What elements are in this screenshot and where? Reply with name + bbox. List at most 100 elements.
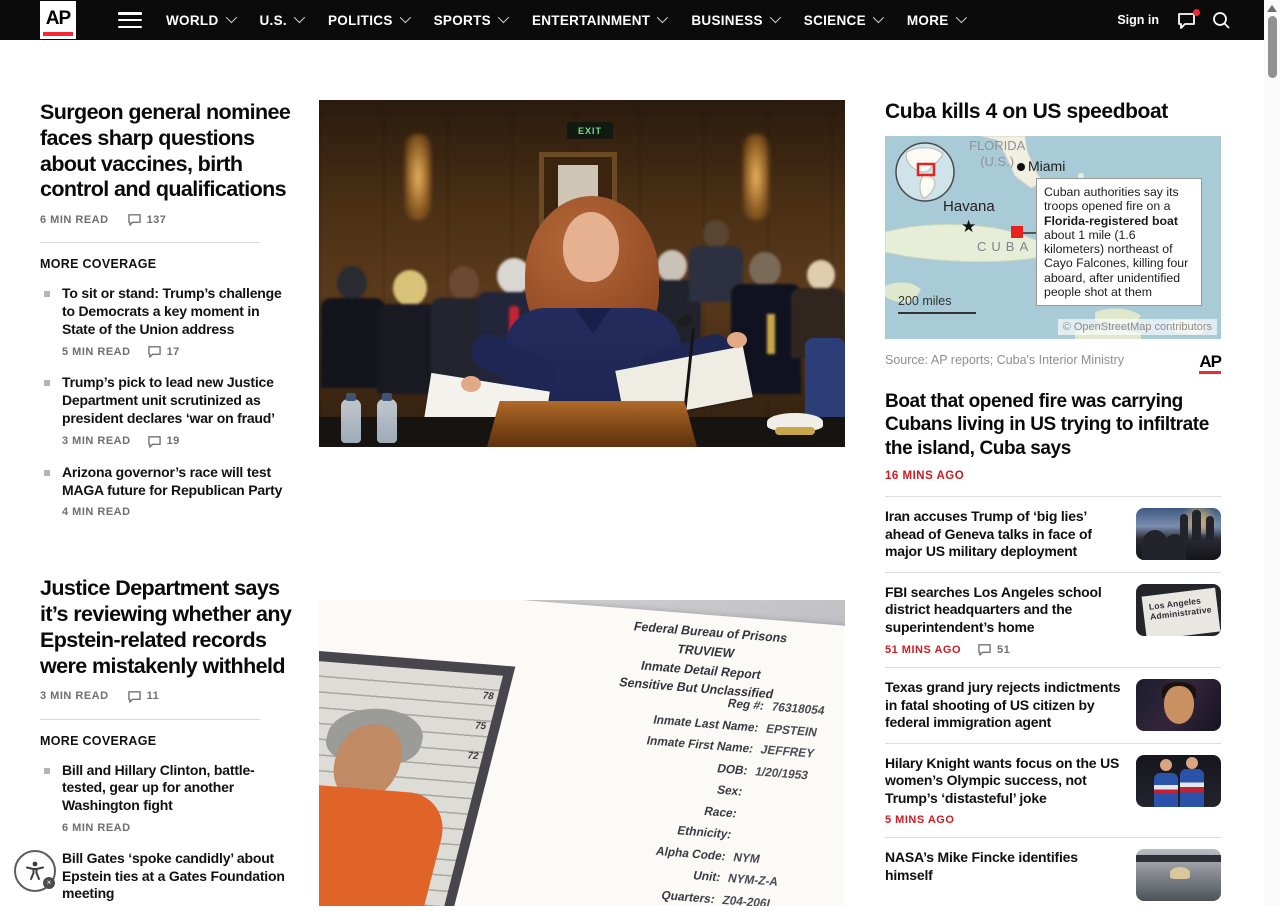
- bullet-icon: [44, 768, 50, 774]
- map-story-headline[interactable]: Cuba kills 4 on US speedboat: [885, 100, 1221, 124]
- chevron-down-icon: [873, 11, 884, 22]
- nav-item-politics[interactable]: POLITICS: [328, 13, 408, 28]
- nav-item-business[interactable]: BUSINESS: [691, 13, 777, 28]
- story-thumbnail: [1136, 679, 1221, 731]
- notifications-bubble-icon[interactable]: [1177, 12, 1196, 29]
- map-callout: Cuban authorities say its troops opened …: [1036, 178, 1202, 306]
- right-lead-headline[interactable]: Boat that opened fire was carrying Cuban…: [885, 390, 1221, 460]
- story-row[interactable]: Iran accuses Trump of ‘big lies’ ahead o…: [885, 496, 1221, 572]
- havana-star-icon: ★: [961, 218, 976, 235]
- more-coverage-label: MORE COVERAGE: [40, 734, 292, 748]
- map-label-havana: Havana: [943, 198, 995, 215]
- sign-in-button[interactable]: Sign in: [1117, 13, 1159, 27]
- chevron-down-icon: [498, 11, 509, 22]
- story-row[interactable]: Hilary Knight wants focus on the US wome…: [885, 743, 1221, 838]
- bullet-icon: [44, 291, 50, 297]
- lead-story-photo[interactable]: EXIT: [319, 100, 845, 447]
- more-coverage-label: MORE COVERAGE: [40, 257, 292, 271]
- read-time: 3 MIN READ: [40, 690, 109, 702]
- cuba-map-graphic[interactable]: FLORIDA(U.S.) Miami Havana ★ CUBA Cuban …: [885, 136, 1221, 339]
- left-column: Surgeon general nominee faces sharp ques…: [40, 100, 292, 919]
- water-bottle: [377, 399, 397, 443]
- bullet-icon: [44, 380, 50, 386]
- scrollbar-up-arrow[interactable]: [1267, 5, 1277, 12]
- wall-sconce: [405, 134, 431, 220]
- list-item[interactable]: To sit or stand: Trump’s challenge to De…: [40, 285, 292, 358]
- chevron-down-icon: [955, 11, 966, 22]
- comments-count: 51: [977, 643, 1010, 656]
- comments-count: 19: [147, 435, 180, 448]
- map-scale: 200 miles: [898, 294, 976, 314]
- nav-item-entertainment[interactable]: ENTERTAINMENT: [532, 13, 665, 28]
- epstein-document-photo[interactable]: Federal Bureau of Prisons TRUVIEW Inmate…: [319, 600, 845, 906]
- list-item[interactable]: Bill and Hillary Clinton, battle-tested,…: [40, 762, 292, 834]
- ap-logo[interactable]: AP: [40, 1, 76, 39]
- wall-sconce: [743, 134, 769, 220]
- scrollbar-thumb[interactable]: [1268, 16, 1277, 78]
- navy-hat: [767, 413, 823, 431]
- page-scrollbar[interactable]: [1264, 0, 1280, 906]
- ap-logo-text: AP: [46, 8, 70, 30]
- accessibility-badge: ×: [43, 877, 55, 889]
- comment-icon: [127, 690, 142, 703]
- bullet-icon: [44, 470, 50, 476]
- story-thumbnail: [1136, 508, 1221, 560]
- divider: [40, 719, 260, 720]
- water-bottle: [341, 399, 361, 443]
- read-time: 6 MIN READ: [40, 214, 109, 226]
- search-icon[interactable]: [1212, 11, 1230, 29]
- comments-count[interactable]: 11: [127, 690, 160, 703]
- chevron-down-icon: [294, 11, 305, 22]
- divider: [40, 242, 260, 243]
- story-row[interactable]: FBI searches Los Angeles school district…: [885, 572, 1221, 668]
- comments-count: 17: [147, 345, 180, 358]
- notification-dot: [1193, 9, 1200, 16]
- read-time: 6 MIN READ: [62, 822, 131, 834]
- comment-icon: [977, 643, 992, 656]
- top-stories-list: Iran accuses Trump of ‘big lies’ ahead o…: [885, 496, 1221, 912]
- story-thumbnail: [1136, 755, 1221, 807]
- ap-logo-small: AP: [1199, 353, 1221, 374]
- exit-sign: EXIT: [567, 122, 613, 139]
- list-item[interactable]: Bill Gates ‘spoke candidly’ about Epstei…: [40, 850, 292, 903]
- comment-icon: [127, 213, 142, 226]
- inmate-report-paper: Federal Bureau of Prisons TRUVIEW Inmate…: [319, 600, 845, 906]
- chevron-down-icon: [225, 11, 236, 22]
- map-source: Source: AP reports; Cuba's Interior Mini…: [885, 353, 1135, 367]
- map-attribution: © OpenStreetMap contributors: [1058, 319, 1217, 335]
- comments-count[interactable]: 137: [127, 213, 167, 226]
- story-row[interactable]: Texas grand jury rejects indictments in …: [885, 667, 1221, 743]
- nav-item-us[interactable]: U.S.: [260, 13, 302, 28]
- main-nav: WORLD U.S. POLITICS SPORTS ENTERTAINMENT…: [166, 13, 990, 28]
- read-time: 4 MIN READ: [62, 506, 131, 518]
- timestamp: 16 MINS AGO: [885, 470, 1221, 482]
- nav-item-more[interactable]: MORE: [907, 13, 964, 28]
- story-meta: 3 MIN READ 11: [40, 690, 292, 703]
- map-label-cuba: CUBA: [977, 239, 1033, 254]
- chevron-down-icon: [770, 11, 781, 22]
- nav-item-world[interactable]: WORLD: [166, 13, 234, 28]
- podium: [487, 401, 697, 447]
- incident-marker: [1011, 226, 1023, 238]
- timestamp: 51 MINS AGO: [885, 644, 961, 656]
- timestamp: 5 MINS AGO: [885, 814, 954, 826]
- right-column: Cuba kills 4 on US speedboat: [885, 100, 1221, 919]
- hamburger-menu-icon[interactable]: [118, 12, 142, 28]
- story-headline[interactable]: Surgeon general nominee faces sharp ques…: [40, 100, 292, 203]
- miami-dot: [1017, 163, 1025, 171]
- top-navigation-bar: AP WORLD U.S. POLITICS SPORTS ENTERTAINM…: [0, 0, 1264, 40]
- list-item[interactable]: Trump’s pick to lead new Justice Departm…: [40, 374, 292, 447]
- story-row[interactable]: NASA’s Mike Fincke identifies himself: [885, 837, 1221, 912]
- story-meta: 6 MIN READ 137: [40, 213, 292, 226]
- header-actions: Sign in: [1117, 11, 1246, 29]
- read-time: 5 MIN READ: [62, 346, 131, 358]
- center-column: EXIT: [319, 100, 845, 919]
- story-headline[interactable]: Justice Department says it’s reviewing w…: [40, 576, 292, 679]
- list-item[interactable]: Arizona governor’s race will test MAGA f…: [40, 464, 292, 519]
- comment-icon: [147, 345, 162, 358]
- accessibility-widget-button[interactable]: ×: [14, 850, 56, 892]
- story-thumbnail: [1136, 849, 1221, 901]
- nav-item-science[interactable]: SCIENCE: [804, 13, 881, 28]
- story-thumbnail: Los AngelesAdministrative: [1136, 584, 1221, 636]
- nav-item-sports[interactable]: SPORTS: [434, 13, 506, 28]
